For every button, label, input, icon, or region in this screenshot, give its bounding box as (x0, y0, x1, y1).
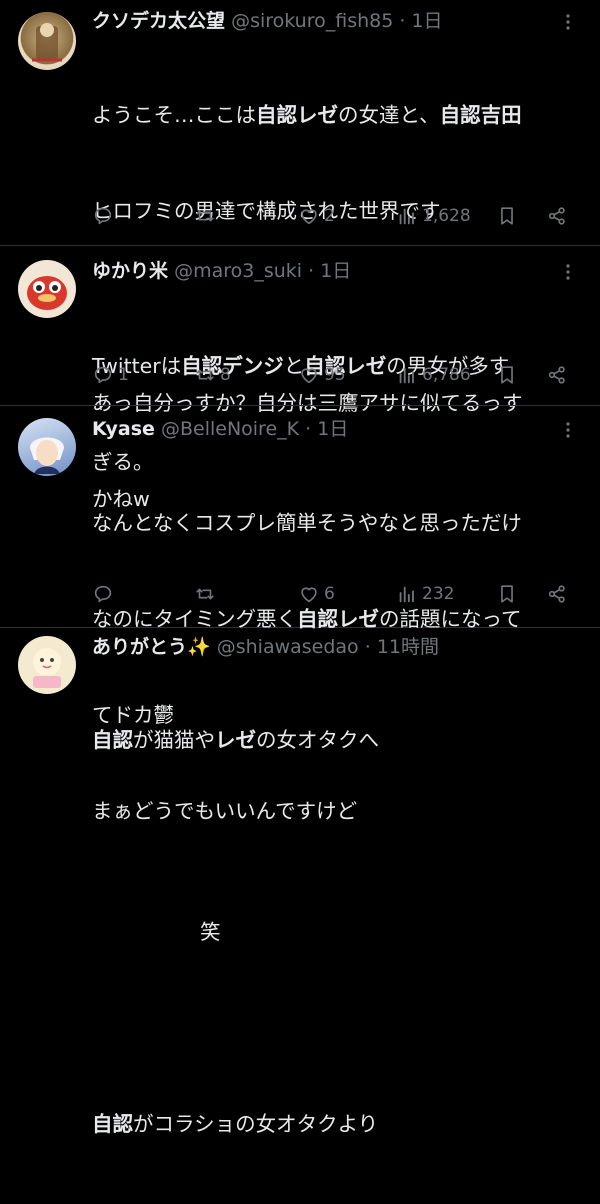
retweet-button[interactable] (194, 201, 220, 231)
like-icon (298, 364, 320, 386)
more-icon[interactable] (558, 262, 578, 282)
tweet[interactable]: ありがとう✨ @shiawasedao · 11時間 自認が猫猫やレゼの女オタク… (0, 628, 600, 1136)
views-icon (396, 205, 418, 227)
tweet[interactable]: クソデカ太公望 @sirokuro_fish85 · 1日 ようこそ…ここは自認… (0, 0, 600, 511)
retweet-button[interactable]: 8 (194, 360, 231, 390)
bookmark-button[interactable] (496, 579, 518, 609)
text-segment: がコラショの女オタクより (133, 1112, 379, 1136)
text-segment-bold: レゼ (215, 728, 256, 752)
like-count: 95 (324, 365, 346, 385)
like-icon (298, 583, 320, 605)
more-icon[interactable] (558, 420, 578, 440)
views-button[interactable]: 232 (396, 579, 454, 609)
separator: · (399, 10, 406, 32)
tweet-header: ありがとう✨ @shiawasedao · 11時間 (92, 634, 560, 660)
avatar-illustration (33, 648, 61, 688)
retweet-icon (194, 583, 216, 605)
view-count: 6,786 (422, 365, 471, 385)
text-segment: ようこそ…ここは (92, 103, 256, 127)
share-icon (546, 364, 568, 386)
display-name[interactable]: ありがとう✨ (92, 636, 211, 658)
like-count: 6 (324, 584, 335, 604)
retweet-icon (194, 205, 216, 227)
retweet-button[interactable] (194, 579, 220, 609)
reply-count: 1 (118, 365, 129, 385)
bookmark-icon (496, 364, 518, 386)
action-bar: 2 1,628 (92, 201, 578, 231)
retweet-icon (194, 364, 216, 386)
reply-button[interactable] (92, 201, 118, 231)
share-button[interactable] (546, 360, 568, 390)
tweet-header: ゆかり米 @maro3_suki · 1日 (92, 258, 560, 284)
avatar[interactable] (18, 260, 76, 318)
reply-icon (92, 364, 114, 386)
view-count: 1,628 (422, 206, 471, 226)
handle[interactable]: @maro3_suki (174, 260, 302, 282)
text-segment: の女オタクへ (256, 728, 379, 752)
handle[interactable]: @BelleNoire_K (161, 418, 299, 440)
separator: · (305, 418, 312, 440)
reply-icon (92, 583, 114, 605)
tweet-text: 自認が猫猫やレゼの女オタクへ 笑 自認がコラショの女オタクより (92, 660, 586, 1204)
text-segment-bold: 自認 (92, 728, 133, 752)
timestamp[interactable]: 1日 (411, 10, 442, 32)
more-icon[interactable] (558, 12, 578, 32)
views-icon (396, 583, 418, 605)
tweet[interactable]: Kyase @BelleNoire_K · 1日 なんとなくコスプレ簡単そうやな… (0, 406, 600, 823)
text-line: 笑 (200, 920, 221, 944)
like-button[interactable]: 6 (298, 579, 335, 609)
reply-button[interactable]: 1 (92, 360, 129, 390)
retweet-count: 8 (220, 365, 231, 385)
action-bar: 1 8 95 6,786 (92, 360, 578, 390)
display-name[interactable]: ゆかり米 (92, 260, 168, 282)
avatar-illustration (32, 23, 62, 62)
text-segment: が猫猫や (133, 728, 215, 752)
text-segment-bold: 自認吉田 (439, 103, 522, 127)
avatar-illustration (30, 437, 64, 474)
handle[interactable]: @sirokuro_fish85 (231, 10, 393, 32)
like-count: 2 (324, 206, 335, 226)
avatar[interactable] (18, 636, 76, 694)
bookmark-icon (496, 583, 518, 605)
share-icon (546, 583, 568, 605)
avatar[interactable] (18, 12, 76, 70)
like-button[interactable]: 95 (298, 360, 346, 390)
bookmark-button[interactable] (496, 360, 518, 390)
avatar-illustration (27, 276, 67, 310)
share-button[interactable] (546, 201, 568, 231)
like-icon (298, 205, 320, 227)
share-icon (546, 205, 568, 227)
views-icon (396, 364, 418, 386)
text-line: なんとなくコスプレ簡単そうやなと思っただけ (92, 511, 522, 535)
avatar[interactable] (18, 418, 76, 476)
tweet-header: Kyase @BelleNoire_K · 1日 (92, 416, 560, 442)
text-segment-bold: 自認レゼ (256, 103, 338, 127)
separator: · (364, 636, 371, 658)
action-bar: 6 232 (92, 579, 578, 609)
tweet-header: クソデカ太公望 @sirokuro_fish85 · 1日 (92, 8, 560, 34)
timestamp[interactable]: 1日 (320, 260, 351, 282)
timestamp[interactable]: 11時間 (377, 636, 439, 658)
view-count: 232 (422, 584, 455, 604)
share-button[interactable] (546, 579, 568, 609)
views-button[interactable]: 6,786 (396, 360, 471, 390)
views-button[interactable]: 1,628 (396, 201, 471, 231)
bookmark-button[interactable] (496, 201, 518, 231)
handle[interactable]: @shiawasedao (217, 636, 359, 658)
like-button[interactable]: 2 (298, 201, 335, 231)
timestamp[interactable]: 1日 (317, 418, 348, 440)
reply-button[interactable] (92, 579, 118, 609)
display-name[interactable]: クソデカ太公望 (92, 10, 225, 32)
text-segment: の女達と、 (338, 103, 440, 127)
text-segment-bold: 自認 (92, 1112, 133, 1136)
bookmark-icon (496, 205, 518, 227)
separator: · (308, 260, 315, 282)
reply-icon (92, 205, 114, 227)
tweet[interactable]: ゆかり米 @maro3_suki · 1日 Twitterは自認デンジと自認レゼ… (0, 246, 600, 474)
display-name[interactable]: Kyase (92, 418, 155, 440)
